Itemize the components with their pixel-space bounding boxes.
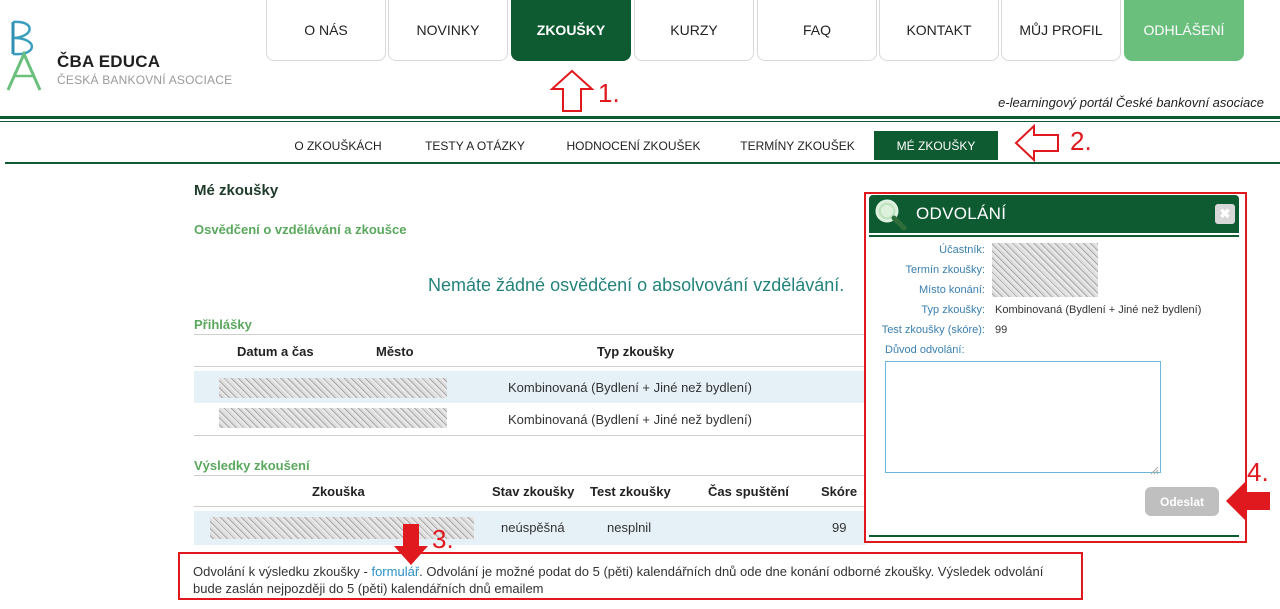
callout-1: 1.	[598, 78, 620, 108]
header-divider	[0, 116, 1280, 119]
nav-item-o-nas[interactable]: O NÁS	[266, 0, 386, 61]
modal-footer-divider	[869, 535, 1239, 537]
th-datum-a-cas: Datum a čas	[237, 344, 314, 359]
th-test-zkousky: Test zkoušky	[590, 484, 671, 499]
nav-item-odhlaseni[interactable]: ODHLÁŠENÍ	[1124, 0, 1244, 61]
th-mesto: Město	[376, 344, 414, 359]
close-icon[interactable]: ✖	[1215, 204, 1235, 224]
value-test-score: 99	[995, 324, 1008, 336]
th-cas-spusteni: Čas spuštění	[708, 484, 789, 499]
applications-divider	[194, 334, 866, 335]
subnav-testy-a-otazky[interactable]: TESTY A OTÁZKY	[420, 131, 530, 160]
callout-2: 2.	[1070, 126, 1092, 156]
label-test-score: Test zkoušky (skóre):	[881, 324, 985, 336]
result-status: neúspěšná	[501, 520, 565, 535]
callout-4: 4.	[1247, 457, 1269, 487]
applications-header-divider	[194, 366, 866, 367]
results-header-divider	[194, 506, 866, 507]
modal-title: ODVOLÁNÍ	[916, 204, 1007, 223]
nav-item-kontakt[interactable]: KONTAKT	[879, 0, 999, 61]
nav-item-faq[interactable]: FAQ	[757, 0, 877, 61]
submit-appeal-button[interactable]: Odeslat	[1145, 487, 1219, 516]
label-reason: Důvod odvolání:	[885, 344, 965, 356]
redacted-participant-details	[992, 243, 1098, 297]
th-skore: Skóre	[821, 484, 858, 499]
value-exam-type: Kombinovaná (Bydlení + Jiné než bydlení)	[995, 304, 1202, 316]
subnav-divider	[5, 162, 1280, 164]
label-participant: Účastník:	[939, 244, 985, 256]
appeal-reason-textarea[interactable]	[885, 361, 1161, 473]
th-zkouska: Zkouška	[312, 484, 365, 499]
portal-tagline: e-learningový portál České bankovní asoc…	[998, 95, 1264, 110]
modal-header-divider	[869, 235, 1239, 237]
result-test: nesplnil	[607, 520, 652, 535]
redacted-date-city	[219, 408, 447, 428]
appeal-form-link[interactable]: formulář	[371, 564, 419, 579]
logo-name: ČBA EDUCA	[57, 52, 161, 71]
th-stav-zkousky: Stav zkoušky	[492, 484, 575, 499]
logo-subtitle: ČESKÁ BANKOVNÍ ASOCIACE	[57, 73, 233, 87]
applications-title: Přihlášky	[194, 317, 252, 332]
redacted-date-city	[219, 378, 447, 398]
certificates-title: Osvědčení o vzdělávání a zkoušce	[194, 222, 407, 237]
callout-3: 3.	[432, 524, 454, 554]
arrow-up-icon	[549, 69, 595, 118]
result-score: 99	[832, 520, 847, 535]
appeal-info-box: Odvolání k výsledku zkoušky - formulář. …	[178, 552, 1083, 600]
results-divider	[194, 475, 866, 476]
label-place: Místo konání:	[918, 284, 985, 296]
results-title: Výsledky zkoušení	[194, 458, 310, 473]
resize-grip-icon[interactable]	[1150, 462, 1159, 480]
no-certificates-message: Nemáte žádné osvědčení o absolvování vzd…	[428, 275, 845, 295]
subnav-hodnoceni-zkousek[interactable]: HODNOCENÍ ZKOUŠEK	[562, 131, 705, 160]
label-exam-type: Typ zkoušky:	[921, 304, 985, 316]
th-typ-zkousky: Typ zkoušky	[597, 344, 675, 359]
label-exam-date: Termín zkoušky:	[905, 264, 985, 276]
applications-bottom-divider	[194, 435, 866, 436]
nav-item-zkousky[interactable]: ZKOUŠKY	[511, 0, 631, 61]
magnifier-icon	[873, 198, 907, 235]
arrow-left-icon	[1014, 123, 1060, 167]
nav-item-novinky[interactable]: NOVINKY	[388, 0, 508, 61]
nav-item-muj-profil[interactable]: MŮJ PROFIL	[1001, 0, 1121, 61]
appeal-info-prefix: Odvolání k výsledku zkoušky -	[193, 564, 372, 579]
application-type: Kombinovaná (Bydlení + Jiné než bydlení)	[508, 412, 752, 427]
logo-mark-icon[interactable]	[4, 18, 54, 94]
header-divider-thin	[0, 121, 1280, 122]
nav-item-kurzy[interactable]: KURZY	[634, 0, 754, 61]
subnav-o-zkouskach[interactable]: O ZKOUŠKÁCH	[289, 131, 387, 160]
subnav-terminy-zkousek[interactable]: TERMÍNY ZKOUŠEK	[736, 131, 859, 160]
subnav-me-zkousky[interactable]: MÉ ZKOUŠKY	[874, 131, 998, 160]
application-type: Kombinovaná (Bydlení + Jiné než bydlení)	[508, 380, 752, 395]
page-title: Mé zkoušky	[194, 182, 279, 199]
